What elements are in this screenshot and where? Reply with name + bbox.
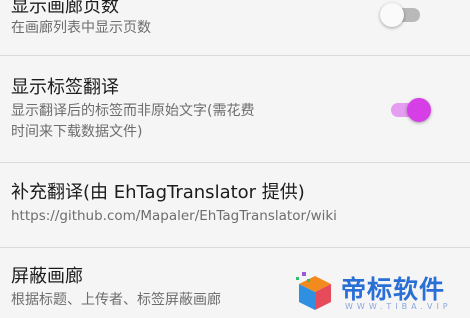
divider bbox=[0, 247, 470, 248]
divider bbox=[0, 55, 470, 56]
pref-summary-line-2: 时间来下载数据文件) bbox=[11, 124, 143, 140]
watermark-subtext: WWW.TIBA.VIP bbox=[345, 302, 452, 311]
switch-thumb bbox=[380, 3, 404, 27]
switch-thumb bbox=[407, 98, 431, 122]
pref-title: 显示标签翻译 bbox=[11, 77, 119, 98]
show-page-count-switch[interactable] bbox=[380, 2, 420, 28]
divider bbox=[0, 162, 470, 163]
pref-title: 补充翻译(由 EhTagTranslator 提供) bbox=[11, 182, 305, 203]
pref-summary-link: https://github.com/Mapaler/EhTagTranslat… bbox=[11, 208, 337, 224]
show-tag-translation-switch[interactable] bbox=[391, 97, 431, 123]
pref-supplementary-translation[interactable]: 补充翻译(由 EhTagTranslator 提供) https://githu… bbox=[0, 182, 470, 227]
watermark-text: 帝标软件 bbox=[341, 275, 446, 304]
watermark: 帝标软件 WWW.TIBA.VIP bbox=[293, 268, 463, 316]
watermark-logo-icon bbox=[296, 272, 331, 310]
